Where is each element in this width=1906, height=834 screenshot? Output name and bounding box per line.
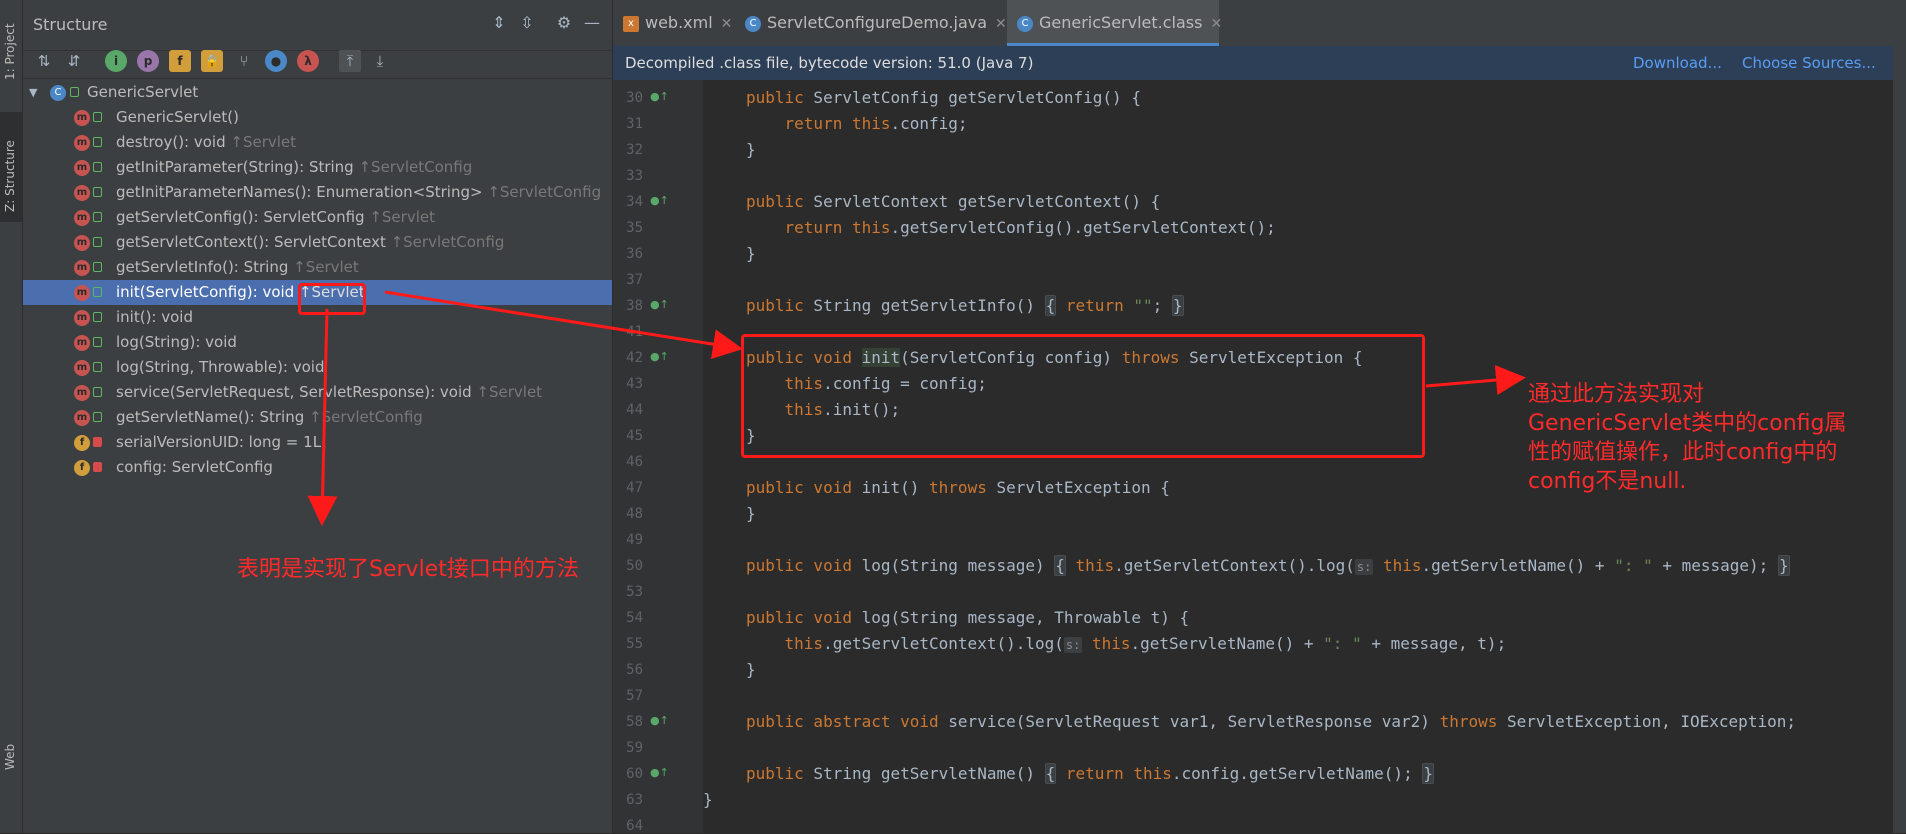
annotation-right-line: GenericServlet类中的config属	[1528, 411, 1847, 436]
annotation-right-line: config不是null.	[1528, 469, 1687, 494]
arrow-to-init	[384, 290, 743, 360]
annotation-right-note: 通过此方法实现对 GenericServlet类中的config属 性的赋值操作，此…	[1528, 380, 1846, 496]
annotation-right-line: 通过此方法实现对	[1528, 382, 1705, 407]
annotation-left-note: 表明是实现了Servlet接口中的方法	[237, 557, 579, 582]
annotation-right-line: 性的赋值操作，此时config中的	[1528, 440, 1838, 465]
arrow-right	[1425, 365, 1526, 395]
arrow-down	[307, 308, 338, 526]
